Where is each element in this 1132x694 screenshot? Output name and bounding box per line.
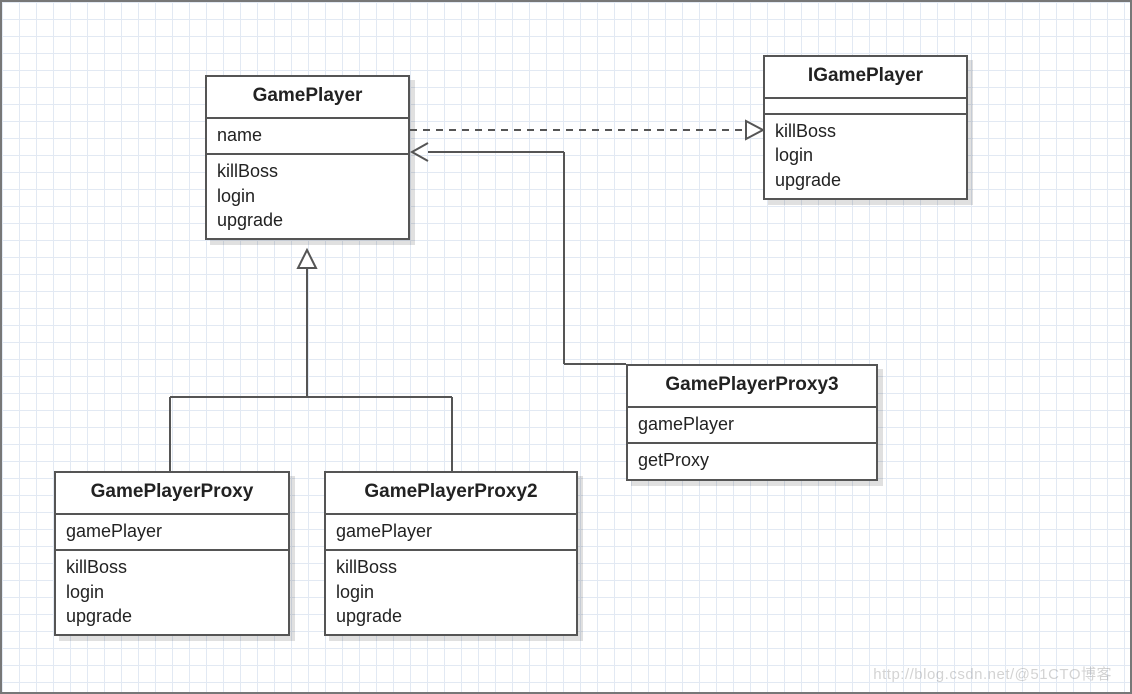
attr-row: gamePlayer <box>336 519 566 543</box>
generalization-arrowhead-icon <box>298 250 316 268</box>
attr-row: name <box>217 123 398 147</box>
class-title: GamePlayerProxy <box>56 473 288 515</box>
class-attributes: gamePlayer <box>628 408 876 444</box>
class-title: GamePlayerProxy2 <box>326 473 576 515</box>
class-attributes: gamePlayer <box>326 515 576 551</box>
class-methods: getProxy <box>628 444 876 478</box>
method-row: killBoss <box>66 555 278 579</box>
class-title: GamePlayer <box>207 77 408 119</box>
method-row: killBoss <box>336 555 566 579</box>
method-row: upgrade <box>775 168 956 192</box>
method-row: getProxy <box>638 448 866 472</box>
class-gameplayerproxy3: GamePlayerProxy3 gamePlayer getProxy <box>626 364 878 481</box>
class-gameplayerproxy2: GamePlayerProxy2 gamePlayer killBoss log… <box>324 471 578 636</box>
class-attributes: gamePlayer <box>56 515 288 551</box>
method-row: login <box>217 184 398 208</box>
class-methods: killBoss login upgrade <box>56 551 288 634</box>
class-methods: killBoss login upgrade <box>207 155 408 238</box>
class-attributes <box>765 99 966 115</box>
class-methods: killBoss login upgrade <box>765 115 966 198</box>
diagram-canvas: GamePlayer name killBoss login upgrade I… <box>0 0 1132 694</box>
realization-arrowhead-icon <box>746 121 763 139</box>
method-row: login <box>336 580 566 604</box>
attr-row: gamePlayer <box>638 412 866 436</box>
attr-row: gamePlayer <box>66 519 278 543</box>
method-row: upgrade <box>336 604 566 628</box>
class-title: GamePlayerProxy3 <box>628 366 876 408</box>
class-gameplayerproxy: GamePlayerProxy gamePlayer killBoss logi… <box>54 471 290 636</box>
method-row: upgrade <box>217 208 398 232</box>
class-methods: killBoss login upgrade <box>326 551 576 634</box>
method-row: login <box>66 580 278 604</box>
class-igameplayer: IGamePlayer killBoss login upgrade <box>763 55 968 200</box>
class-gameplayer: GamePlayer name killBoss login upgrade <box>205 75 410 240</box>
association-arrowhead-icon <box>412 143 428 161</box>
method-row: upgrade <box>66 604 278 628</box>
class-attributes: name <box>207 119 408 155</box>
method-row: login <box>775 143 956 167</box>
method-row: killBoss <box>217 159 398 183</box>
method-row: killBoss <box>775 119 956 143</box>
watermark: http://blog.csdn.net/@51CTO博客 <box>873 663 1112 684</box>
class-title: IGamePlayer <box>765 57 966 99</box>
